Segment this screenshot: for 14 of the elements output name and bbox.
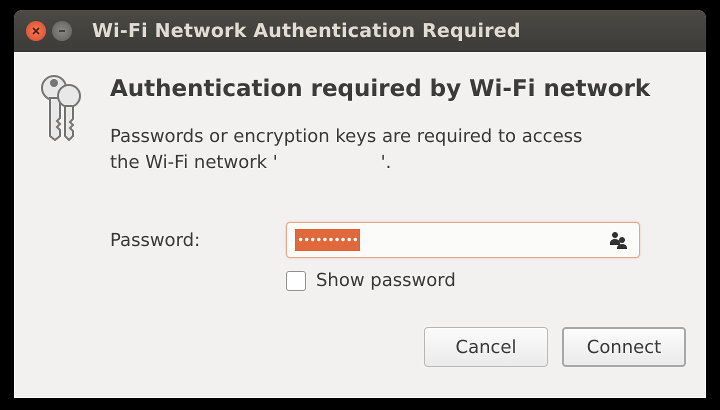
minimize-button[interactable] <box>52 21 72 41</box>
connect-button[interactable]: Connect <box>562 327 686 367</box>
password-label: Password: <box>110 230 202 250</box>
window-title: Wi-Fi Network Authentication Required <box>92 20 521 42</box>
password-value: •••••••••• <box>295 229 360 251</box>
show-password-label: Show password <box>316 270 456 291</box>
minimize-icon <box>58 27 66 35</box>
dialog-heading: Authentication required by Wi-Fi network <box>110 76 652 102</box>
close-icon <box>32 27 40 35</box>
cancel-button[interactable]: Cancel <box>424 327 548 367</box>
users-icon <box>609 231 629 249</box>
dialog-message: Passwords or encryption keys are required to access the Wi-Fi network ' '. <box>110 125 584 175</box>
close-button[interactable] <box>26 21 46 41</box>
show-password-checkbox[interactable] <box>286 270 306 290</box>
